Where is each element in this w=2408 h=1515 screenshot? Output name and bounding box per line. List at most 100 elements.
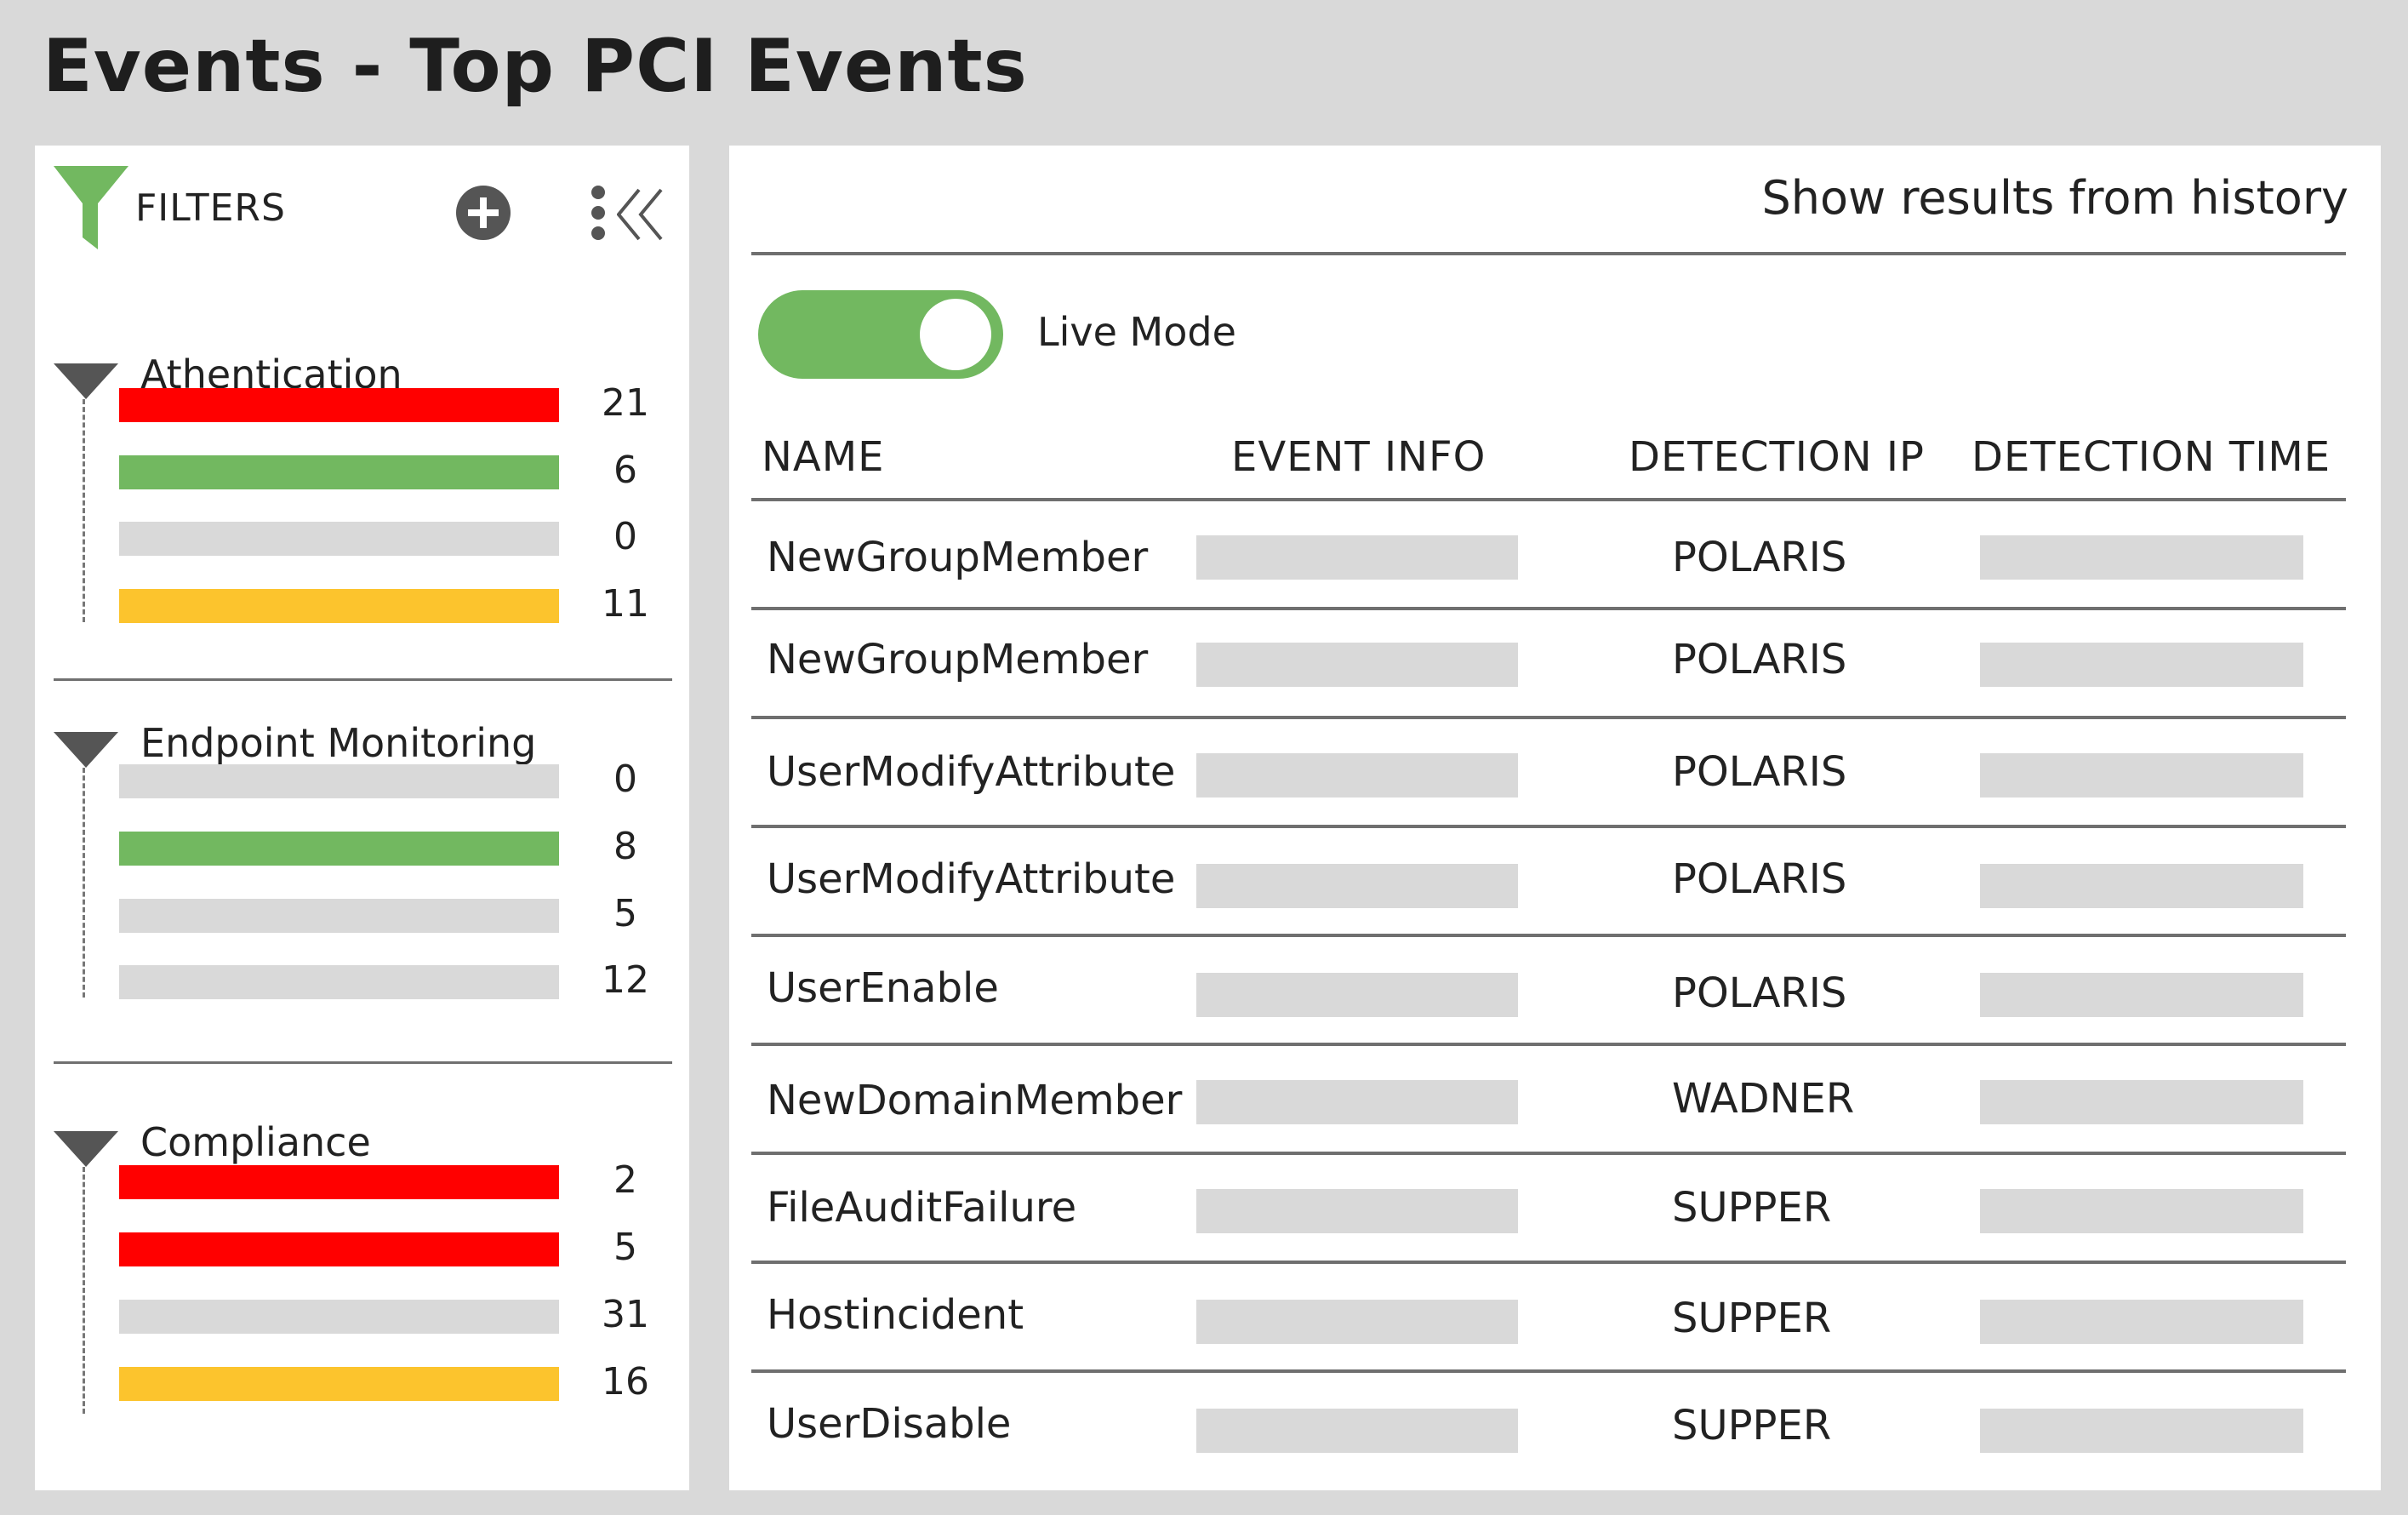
- column-header-name[interactable]: NAME: [762, 433, 884, 481]
- bar-count: 11: [602, 582, 649, 626]
- detection-ip: POLARIS: [1672, 636, 1847, 683]
- filters-label: FILTERS: [135, 186, 286, 230]
- severity-bar: [119, 388, 559, 422]
- detection-ip: POLARIS: [1672, 969, 1847, 1017]
- table-row[interactable]: UserModifyAttribute POLARIS: [751, 828, 2346, 937]
- detection-ip: WADNER: [1672, 1075, 1855, 1123]
- event-info-placeholder: [1196, 643, 1518, 687]
- detection-ip: SUPPER: [1672, 1295, 1832, 1342]
- bar-count: 0: [613, 515, 637, 558]
- divider: [751, 252, 2346, 255]
- event-info-placeholder: [1196, 535, 1518, 580]
- caret-down-icon[interactable]: [54, 363, 118, 399]
- tree-connector: [83, 399, 85, 622]
- filter-bar-row[interactable]: 11: [119, 582, 689, 626]
- detection-ip: POLARIS: [1672, 855, 1847, 903]
- severity-bar: [119, 1367, 559, 1401]
- table-row[interactable]: UserModifyAttribute POLARIS: [751, 719, 2346, 828]
- detection-ip: SUPPER: [1672, 1402, 1832, 1449]
- event-info-placeholder: [1196, 1409, 1518, 1453]
- event-info-placeholder: [1196, 1300, 1518, 1344]
- table-row[interactable]: FileAuditFailure SUPPER: [751, 1155, 2346, 1264]
- filter-bar-row[interactable]: 21: [119, 381, 689, 426]
- filter-bar-row[interactable]: 2: [119, 1158, 689, 1203]
- detection-time-placeholder: [1980, 535, 2303, 580]
- event-name: FileAuditFailure: [767, 1184, 1077, 1232]
- filter-bar-row[interactable]: 31: [119, 1293, 689, 1337]
- toggle-knob: [920, 299, 991, 370]
- detection-ip: SUPPER: [1672, 1184, 1832, 1232]
- results-panel: Show results from history Live Mode NAME…: [729, 146, 2381, 1490]
- filter-bar-row[interactable]: 0: [119, 515, 689, 559]
- group-divider: [54, 1061, 672, 1064]
- table-row[interactable]: Hostincident SUPPER: [751, 1264, 2346, 1373]
- event-info-placeholder: [1196, 1080, 1518, 1124]
- event-name: NewGroupMember: [767, 636, 1149, 683]
- bar-count: 6: [613, 449, 637, 492]
- filter-bar-row[interactable]: 6: [119, 449, 689, 493]
- event-info-placeholder: [1196, 1189, 1518, 1233]
- severity-bar: [119, 455, 559, 489]
- filters-header: FILTERS: [35, 146, 689, 282]
- page-title: Events - Top PCI Events: [43, 24, 1028, 109]
- event-name: UserDisable: [767, 1400, 1012, 1448]
- event-info-placeholder: [1196, 973, 1518, 1017]
- filter-bar-row[interactable]: 5: [119, 1226, 689, 1270]
- detection-time-placeholder: [1980, 1409, 2303, 1453]
- detection-time-placeholder: [1980, 753, 2303, 798]
- bar-count: 12: [602, 958, 649, 1002]
- tree-connector: [83, 1167, 85, 1414]
- detection-time-placeholder: [1980, 864, 2303, 908]
- bar-count: 31: [602, 1293, 649, 1336]
- severity-bar: [119, 965, 559, 999]
- severity-bar: [119, 522, 559, 556]
- event-info-placeholder: [1196, 864, 1518, 908]
- column-header-detection-time[interactable]: DETECTION TIME: [1971, 433, 2331, 481]
- filter-bar-row[interactable]: 8: [119, 825, 689, 869]
- add-circle-icon[interactable]: [455, 185, 511, 241]
- event-name: NewGroupMember: [767, 534, 1149, 581]
- table-row[interactable]: NewGroupMember POLARIS: [751, 501, 2346, 610]
- detection-time-placeholder: [1980, 1300, 2303, 1344]
- filter-group-title: Compliance: [140, 1119, 371, 1165]
- live-mode-toggle[interactable]: [758, 290, 1003, 379]
- severity-bar: [119, 832, 559, 866]
- table-row[interactable]: NewGroupMember POLARIS: [751, 610, 2346, 719]
- more-vertical-icon[interactable]: [588, 185, 608, 241]
- severity-bar: [119, 1232, 559, 1266]
- bar-count: 5: [613, 1226, 637, 1269]
- filter-bar-row[interactable]: 16: [119, 1360, 689, 1404]
- caret-down-icon[interactable]: [54, 1131, 118, 1167]
- event-name: UserModifyAttribute: [767, 855, 1176, 903]
- event-name: UserModifyAttribute: [767, 748, 1176, 796]
- filter-bar-row[interactable]: 12: [119, 958, 689, 1003]
- double-chevron-left-icon[interactable]: [617, 188, 665, 241]
- column-header-event-info[interactable]: EVENT INFO: [1231, 433, 1486, 481]
- detection-ip: POLARIS: [1672, 534, 1847, 581]
- column-header-detection-ip[interactable]: DETECTION IP: [1629, 433, 1925, 481]
- event-info-placeholder: [1196, 753, 1518, 798]
- severity-bar: [119, 1300, 559, 1334]
- bar-count: 8: [613, 825, 637, 868]
- live-mode-label: Live Mode: [1037, 309, 1236, 355]
- detection-time-placeholder: [1980, 1189, 2303, 1233]
- filters-panel: FILTERS Athentication 21 6 0 11 Endpoint…: [35, 146, 689, 1490]
- group-divider: [54, 678, 672, 681]
- table-row[interactable]: NewDomainMember WADNER: [751, 1046, 2346, 1155]
- severity-bar: [119, 1165, 559, 1199]
- show-history-link[interactable]: Show results from history: [1761, 171, 2348, 225]
- caret-down-icon[interactable]: [54, 732, 118, 768]
- table-row[interactable]: UserDisable SUPPER: [751, 1373, 2346, 1490]
- filter-bar-row[interactable]: 5: [119, 892, 689, 936]
- event-name: UserEnable: [767, 964, 999, 1012]
- detection-time-placeholder: [1980, 1080, 2303, 1124]
- filter-bar-row[interactable]: 0: [119, 758, 689, 802]
- tree-connector: [83, 768, 85, 998]
- table-row[interactable]: UserEnable POLARIS: [751, 937, 2346, 1046]
- event-name: NewDomainMember: [767, 1077, 1183, 1124]
- bar-count: 21: [602, 381, 649, 425]
- bar-count: 0: [613, 758, 637, 801]
- event-name: Hostincident: [767, 1291, 1024, 1339]
- severity-bar: [119, 764, 559, 798]
- detection-time-placeholder: [1980, 973, 2303, 1017]
